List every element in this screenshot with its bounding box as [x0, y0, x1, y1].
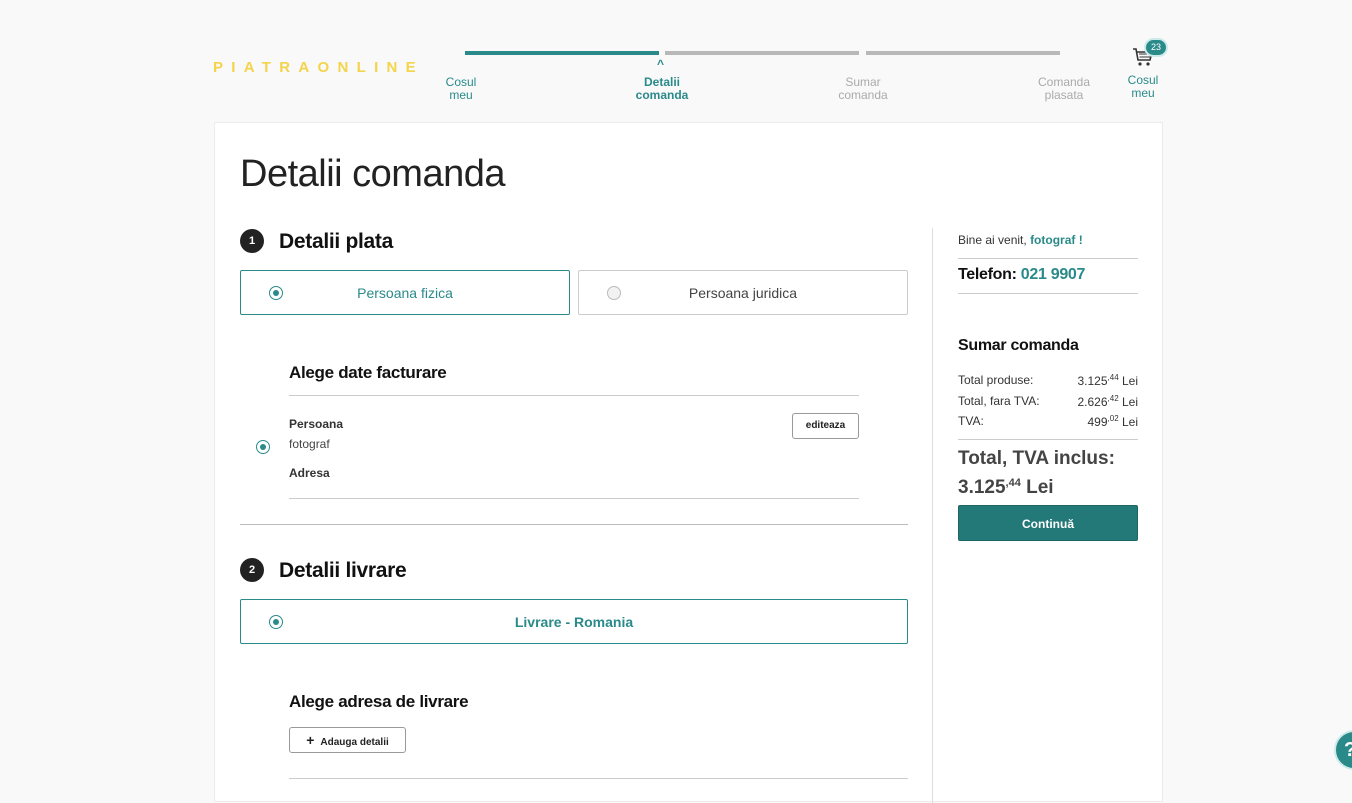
step-details-label-2: comanda	[635, 88, 689, 102]
section-divider	[240, 524, 908, 525]
current-step-caret-icon: ^	[657, 57, 665, 71]
summary-label: Total, fara TVA:	[958, 394, 1040, 408]
total-dec: ,44	[1005, 477, 1021, 489]
page-title: Detalii comanda	[240, 153, 505, 195]
cart-count-badge: 23	[1146, 40, 1166, 55]
payment-option-company-label: Persoana juridica	[688, 285, 798, 301]
value-dec: ,02	[1107, 414, 1119, 423]
summary-label: Total produse:	[958, 373, 1034, 387]
total-currency: Lei	[1026, 477, 1054, 498]
payment-option-individual[interactable]: Persoana fizica	[240, 270, 570, 315]
step-bar-cart	[465, 51, 659, 55]
sidebar-divider-2	[958, 293, 1138, 294]
value-currency: Lei	[1121, 415, 1138, 429]
section-title-delivery: Detalii livrare	[279, 559, 407, 582]
order-total: Total, TVA inclus: 3.125,44 Lei	[958, 446, 1138, 500]
summary-row-no-vat: Total, fara TVA: 2.626,42 Lei	[958, 394, 1138, 410]
step-bar-details	[665, 51, 859, 55]
summary-value: 3.125,44 Lei	[1077, 373, 1138, 388]
help-icon: ?	[1344, 739, 1352, 762]
welcome-label: Bine ai venit,	[958, 233, 1027, 247]
payment-option-company[interactable]: Persoana juridica	[578, 270, 908, 315]
value-dec: ,42	[1107, 394, 1119, 403]
summary-label: TVA:	[958, 414, 984, 428]
delivery-address-title: Alege adresa de livrare	[289, 692, 469, 711]
value-currency: Lei	[1121, 374, 1138, 388]
person-label: Persoana	[289, 417, 344, 431]
help-chat-button[interactable]: ?	[1334, 730, 1352, 770]
value-int: 499	[1087, 415, 1108, 429]
total-value: 3.125,44 Lei	[958, 471, 1138, 500]
summary-title: Sumar comanda	[958, 337, 1079, 354]
section-number-payment: 1	[240, 229, 264, 253]
summary-value: 2.626,42 Lei	[1077, 394, 1138, 409]
checkout-progress: Cosul meu ^ Detalii comanda Sumar comand…	[440, 50, 1090, 110]
sidebar-divider	[932, 228, 933, 803]
step-cart-label-2: meu	[449, 88, 473, 102]
edit-billing-button[interactable]: editeaza	[792, 413, 859, 439]
address-label: Adresa	[289, 466, 330, 480]
checkout-card: Detalii comanda 1 Detalii plata Persoana…	[214, 122, 1163, 803]
add-details-button[interactable]: + Adauga detalii	[289, 727, 406, 753]
sidebar-divider-1	[958, 258, 1138, 259]
person-value: fotograf	[289, 437, 330, 451]
sidebar-divider-3	[958, 439, 1138, 440]
summary-row-products: Total produse: 3.125,44 Lei	[958, 373, 1138, 389]
cart-button[interactable]: 23 Cosul meu	[1122, 40, 1166, 100]
cart-label-2: meu	[1131, 86, 1155, 100]
total-int: 3.125	[958, 477, 1006, 498]
phone-label: Telefon:	[958, 266, 1017, 283]
delivery-option-romania[interactable]: Livrare - Romania	[240, 599, 908, 644]
add-details-label: Adauga detalii	[320, 737, 389, 748]
step-summary: Sumar comanda	[818, 76, 908, 102]
username: fotograf !	[1030, 233, 1083, 247]
step-placed: Comanda plasata	[1019, 76, 1109, 102]
value-currency: Lei	[1121, 395, 1138, 409]
welcome-text: Bine ai venit, fotograf !	[958, 233, 1083, 247]
plus-icon: +	[306, 732, 315, 748]
billing-title: Alege date facturare	[289, 363, 447, 382]
section-number-delivery: 2	[240, 558, 264, 582]
summary-row-vat: TVA: 499,02 Lei	[958, 414, 1138, 430]
section-title-payment: Detalii plata	[279, 230, 393, 253]
phone-line: Telefon: 021 9907	[958, 266, 1085, 284]
step-bar-summary	[866, 51, 1060, 55]
billing-divider-top	[289, 395, 859, 396]
value-dec: ,44	[1107, 373, 1119, 382]
step-summary-label-2: comanda	[838, 88, 888, 102]
delivery-divider	[289, 778, 908, 779]
delivery-option-label: Livrare - Romania	[514, 614, 634, 630]
value-int: 3.125	[1077, 374, 1108, 388]
step-cart[interactable]: Cosul meu	[416, 76, 506, 102]
continue-button[interactable]: Continuă	[958, 505, 1138, 541]
payment-option-individual-label: Persoana fizica	[357, 285, 453, 301]
cart-label: Cosul meu	[1122, 74, 1164, 100]
step-placed-label-2: plasata	[1044, 88, 1084, 102]
value-int: 2.626	[1077, 395, 1108, 409]
radio-billing-address[interactable]	[256, 440, 270, 454]
total-label: Total, TVA inclus:	[958, 448, 1115, 469]
summary-value: 499,02 Lei	[1087, 414, 1138, 429]
billing-divider-bottom	[289, 498, 859, 499]
phone-number[interactable]: 021 9907	[1021, 266, 1086, 283]
logo[interactable]: PIATRAONLINE	[213, 59, 424, 76]
step-details: Detalii comanda	[617, 76, 707, 102]
